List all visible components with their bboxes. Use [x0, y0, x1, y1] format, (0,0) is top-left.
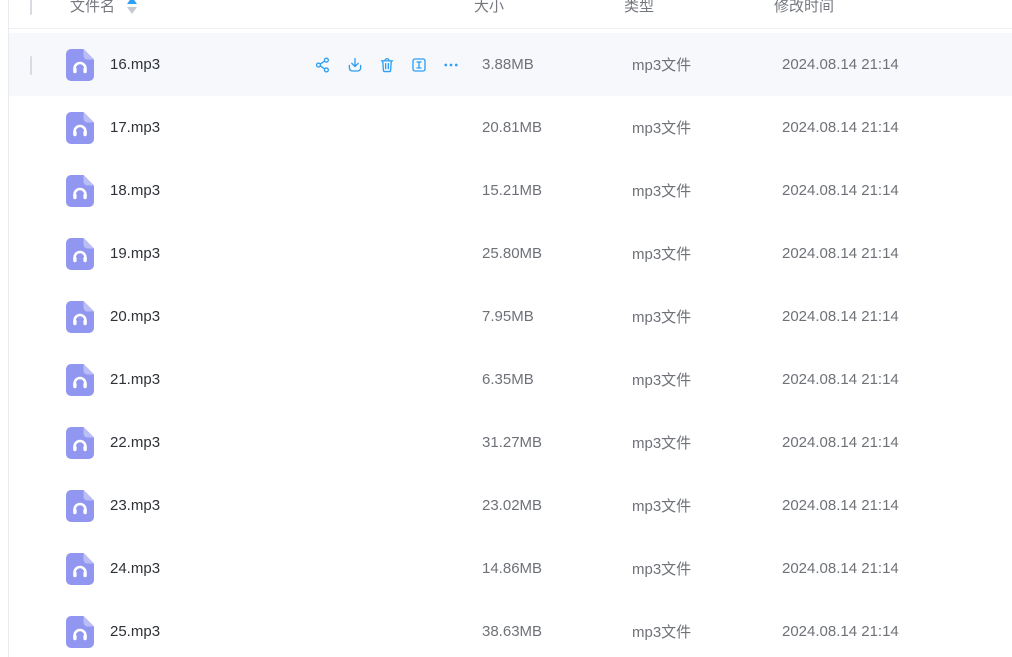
file-size: 31.27MB — [482, 434, 543, 451]
table-body: 16.mp3 3.88MB mp3文件 2024.08.14 21:14 17.… — [9, 29, 1012, 657]
music-file-icon — [66, 426, 94, 459]
file-size: 7.95MB — [482, 308, 534, 325]
file-type: mp3文件 — [632, 246, 692, 263]
table-row[interactable]: 21.mp3 6.35MB mp3文件 2024.08.14 21:14 — [9, 348, 1012, 411]
file-modified: 2024.08.14 21:14 — [782, 308, 899, 325]
column-header-filename-label: 文件名 — [70, 0, 116, 15]
file-size: 23.02MB — [482, 497, 543, 514]
file-type: mp3文件 — [632, 372, 692, 389]
file-modified: 2024.08.14 21:14 — [782, 119, 899, 136]
file-size: 20.81MB — [482, 119, 543, 136]
file-size: 6.35MB — [482, 371, 534, 388]
column-header-filename[interactable]: 文件名 — [70, 0, 138, 16]
file-name[interactable]: 21.mp3 — [110, 371, 160, 388]
table-header-row: 文件名 大小 类型 修改时间 — [9, 0, 1012, 29]
music-file-icon — [66, 300, 94, 333]
file-name[interactable]: 24.mp3 — [110, 560, 160, 577]
file-type: mp3文件 — [632, 435, 692, 452]
select-all-checkbox[interactable] — [30, 0, 46, 15]
delete-icon[interactable] — [378, 56, 396, 74]
column-header-size[interactable]: 大小 — [474, 0, 624, 16]
table-row[interactable]: 20.mp3 7.95MB mp3文件 2024.08.14 21:14 — [9, 285, 1012, 348]
rename-icon[interactable] — [410, 56, 428, 74]
download-icon[interactable] — [346, 56, 364, 74]
music-file-icon — [66, 48, 94, 81]
music-file-icon — [66, 489, 94, 522]
table-row[interactable]: 22.mp3 31.27MB mp3文件 2024.08.14 21:14 — [9, 411, 1012, 474]
music-file-icon — [66, 174, 94, 207]
file-name[interactable]: 17.mp3 — [110, 119, 160, 136]
file-modified: 2024.08.14 21:14 — [782, 434, 899, 451]
table-row[interactable]: 23.mp3 23.02MB mp3文件 2024.08.14 21:14 — [9, 474, 1012, 537]
file-modified: 2024.08.14 21:14 — [782, 245, 899, 262]
sort-asc-icon — [127, 0, 138, 4]
column-header-type[interactable]: 类型 — [624, 0, 774, 16]
file-size: 14.86MB — [482, 560, 543, 577]
file-type: mp3文件 — [632, 57, 692, 74]
file-modified: 2024.08.14 21:14 — [782, 56, 899, 73]
file-name[interactable]: 20.mp3 — [110, 308, 160, 325]
file-name[interactable]: 25.mp3 — [110, 623, 160, 640]
sort-desc-icon — [127, 6, 138, 14]
file-modified: 2024.08.14 21:14 — [782, 371, 899, 388]
file-size: 25.80MB — [482, 245, 543, 262]
table-row[interactable]: 16.mp3 3.88MB mp3文件 2024.08.14 21:14 — [9, 33, 1012, 96]
file-name[interactable]: 19.mp3 — [110, 245, 160, 262]
file-modified: 2024.08.14 21:14 — [782, 623, 899, 640]
file-modified: 2024.08.14 21:14 — [782, 182, 899, 199]
table-row[interactable]: 25.mp3 38.63MB mp3文件 2024.08.14 21:14 — [9, 600, 1012, 657]
music-file-icon — [66, 363, 94, 396]
sort-toggle[interactable] — [127, 0, 138, 14]
file-modified: 2024.08.14 21:14 — [782, 497, 899, 514]
file-type: mp3文件 — [632, 561, 692, 578]
table-row[interactable]: 18.mp3 15.21MB mp3文件 2024.08.14 21:14 — [9, 159, 1012, 222]
table-row[interactable]: 24.mp3 14.86MB mp3文件 2024.08.14 21:14 — [9, 537, 1012, 600]
file-type: mp3文件 — [632, 120, 692, 137]
music-file-icon — [66, 237, 94, 270]
table-row[interactable]: 19.mp3 25.80MB mp3文件 2024.08.14 21:14 — [9, 222, 1012, 285]
table-row[interactable]: 17.mp3 20.81MB mp3文件 2024.08.14 21:14 — [9, 96, 1012, 159]
file-manager-page: 文件名 大小 类型 修改时间 16.mp3 3.88MB mp3文件 2024.… — [0, 0, 1012, 657]
share-icon[interactable] — [314, 56, 332, 74]
file-name[interactable]: 23.mp3 — [110, 497, 160, 514]
file-modified: 2024.08.14 21:14 — [782, 560, 899, 577]
file-type: mp3文件 — [632, 309, 692, 326]
file-type: mp3文件 — [632, 498, 692, 515]
music-file-icon — [66, 552, 94, 585]
file-type: mp3文件 — [632, 183, 692, 200]
file-size: 15.21MB — [482, 182, 543, 199]
more-icon[interactable] — [442, 56, 460, 74]
row-actions — [314, 56, 460, 74]
file-type: mp3文件 — [632, 624, 692, 641]
file-table: 文件名 大小 类型 修改时间 16.mp3 3.88MB mp3文件 2024.… — [9, 0, 1012, 657]
music-file-icon — [66, 111, 94, 144]
music-file-icon — [66, 615, 94, 648]
file-size: 3.88MB — [482, 56, 534, 73]
column-header-modified[interactable]: 修改时间 — [774, 0, 1004, 16]
row-checkbox[interactable] — [30, 55, 46, 75]
file-name[interactable]: 18.mp3 — [110, 182, 160, 199]
file-name[interactable]: 16.mp3 — [110, 56, 160, 73]
file-size: 38.63MB — [482, 623, 543, 640]
file-name[interactable]: 22.mp3 — [110, 434, 160, 451]
